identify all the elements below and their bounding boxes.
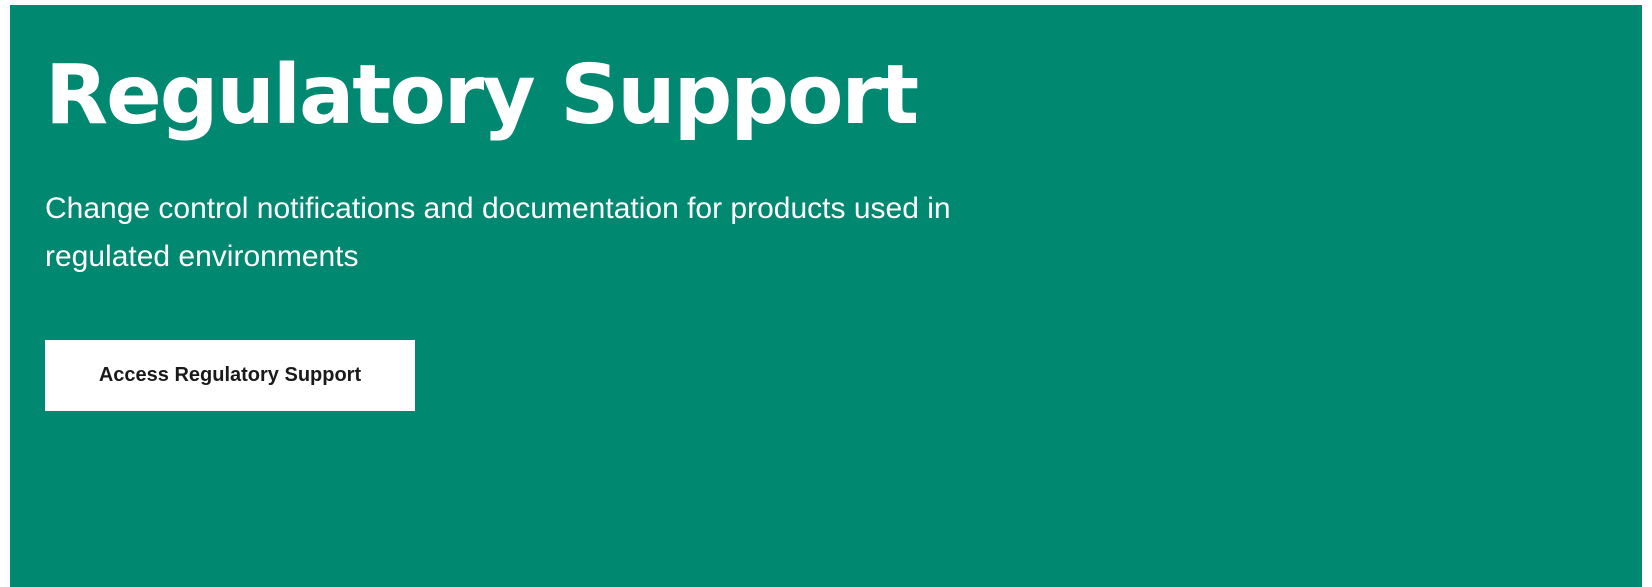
- hero-subtitle: Change control notifications and documen…: [45, 192, 951, 273]
- regulatory-support-hero: Regulatory Support Change control notifi…: [10, 5, 1642, 587]
- hero-title: Regulatory Support: [45, 48, 919, 143]
- access-regulatory-support-button[interactable]: Access Regulatory Support: [45, 340, 415, 411]
